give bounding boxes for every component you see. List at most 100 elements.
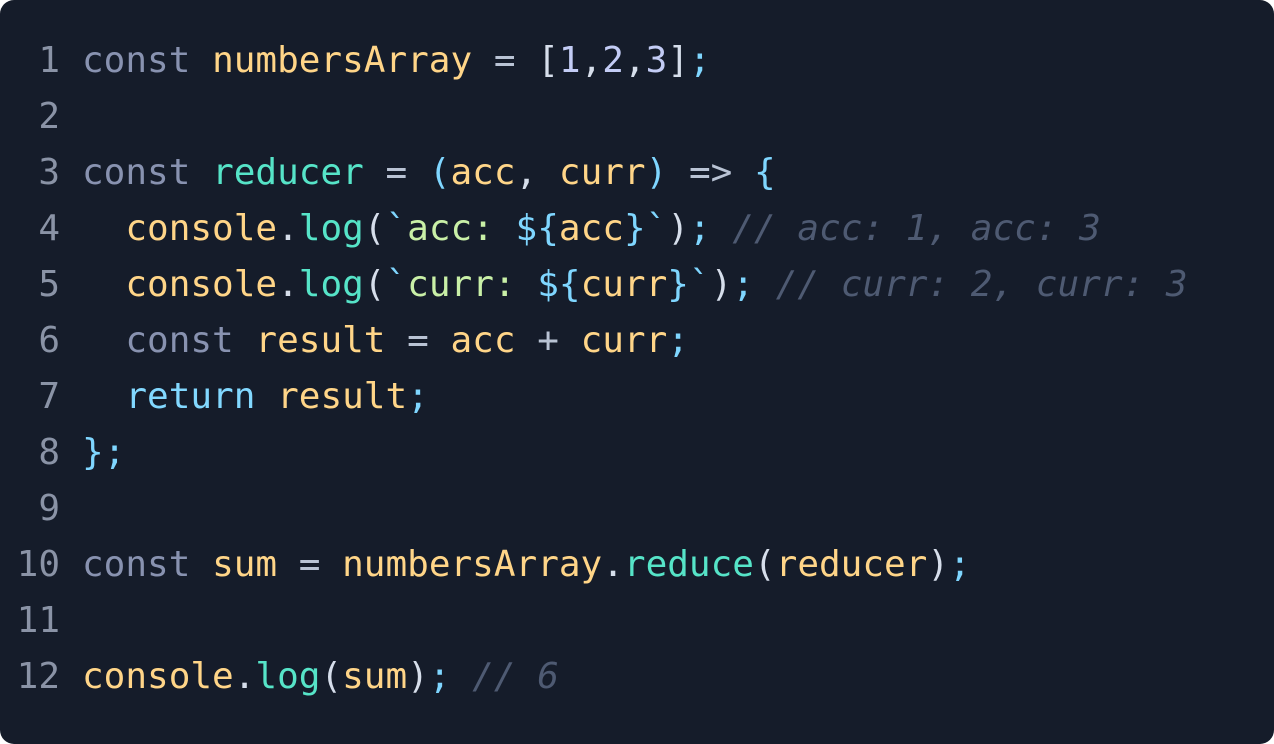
line-number: 6 <box>38 320 60 361</box>
code-token-punc <box>82 320 125 361</box>
code-content[interactable] <box>82 89 1274 145</box>
code-token-comment: // curr: 2, curr: 3 <box>775 264 1188 305</box>
code-line[interactable]: 8}; <box>0 425 1274 481</box>
code-token-semi: ; <box>667 320 689 361</box>
code-line[interactable]: 1 const numbersArray = [1,2,3]; <box>0 33 1274 89</box>
code-token-op: = <box>363 152 429 193</box>
code-token-var: sum <box>342 656 408 697</box>
code-token-semi: ; <box>689 208 711 249</box>
code-token-tpl: ` <box>385 208 408 249</box>
code-line[interactable]: 7 return result; <box>0 369 1274 425</box>
code-token-tpl: ` <box>688 264 711 305</box>
code-token-punc: . <box>602 544 624 585</box>
code-content[interactable]: const numbersArray = [1,2,3]; <box>82 33 1274 89</box>
code-token-semi: ; <box>949 544 971 585</box>
code-content[interactable] <box>82 593 1274 649</box>
code-token-comment: // 6 <box>472 656 559 697</box>
code-token-punc: , <box>515 152 559 193</box>
code-content[interactable]: console.log(sum); // 6 <box>82 649 1274 705</box>
code-token-var: curr <box>580 320 668 361</box>
code-token-punc <box>255 376 277 417</box>
code-token-punc: ( <box>753 544 776 585</box>
code-line[interactable]: 10 const sum = numbersArray.reduce(reduce… <box>0 537 1274 593</box>
code-token-semi: ; <box>407 376 429 417</box>
code-token-tpl: } <box>623 208 646 249</box>
line-number: 1 <box>38 40 60 81</box>
code-token-punc: ) <box>927 544 950 585</box>
code-token-fn: reduce <box>623 544 754 585</box>
code-token-punc: ( <box>363 208 386 249</box>
code-token-punc <box>234 320 256 361</box>
code-token-fn: log <box>255 656 321 697</box>
code-token-var: result <box>255 320 386 361</box>
line-number: 10 <box>16 544 60 585</box>
code-token-tpl: ` <box>645 208 668 249</box>
code-line[interactable]: 4 console.log(`acc: ${acc}`); // acc: 1,… <box>0 201 1274 257</box>
code-content[interactable]: return result; <box>82 369 1274 425</box>
code-line[interactable]: 5 console.log(`curr: ${curr}`); // curr:… <box>0 257 1274 313</box>
code-token-tpl: ` <box>385 264 408 305</box>
code-content[interactable]: const sum = numbersArray.reduce(reducer)… <box>82 537 1274 593</box>
code-token-var: acc <box>450 152 516 193</box>
code-token-brace: { <box>753 152 776 193</box>
code-line[interactable]: 2 <box>0 89 1274 145</box>
code-token-var: reducer <box>775 544 928 585</box>
code-content[interactable]: }; <box>82 425 1274 481</box>
code-token-kw2: return <box>125 376 256 417</box>
code-token-punc: ) <box>667 208 689 249</box>
code-token-fn: log <box>298 264 364 305</box>
code-line[interactable]: 3 const reducer = (acc, curr) => { <box>0 145 1274 201</box>
code-token-num: 3 <box>645 40 668 81</box>
code-token-punc <box>82 376 125 417</box>
line-number: 5 <box>38 264 60 305</box>
code-token-tpl: ${ <box>537 264 581 305</box>
code-token-brace: ) <box>645 152 668 193</box>
code-token-punc: . <box>233 656 256 697</box>
code-token-tpl: ${ <box>515 208 559 249</box>
code-token-var: result <box>277 376 408 417</box>
code-token-punc: ) <box>710 264 733 305</box>
code-token-punc <box>190 40 212 81</box>
code-token-kw: const <box>82 544 191 585</box>
code-token-fn: reducer <box>212 152 364 193</box>
line-number: 11 <box>16 600 60 641</box>
code-token-punc: . <box>277 208 299 249</box>
code-token-kw: const <box>125 320 234 361</box>
code-token-op: = <box>472 40 538 81</box>
code-token-punc: , <box>580 40 603 81</box>
code-line[interactable]: 6 const result = acc + curr; <box>0 313 1274 369</box>
code-token-punc: . <box>277 264 299 305</box>
code-token-punc <box>754 264 776 305</box>
code-token-op: = <box>277 544 343 585</box>
code-content[interactable] <box>82 481 1274 537</box>
code-token-punc: ) <box>407 656 429 697</box>
code-token-punc <box>82 208 125 249</box>
code-token-op: + <box>515 320 581 361</box>
code-token-punc: [ <box>537 40 559 81</box>
code-token-var: sum <box>212 544 278 585</box>
line-number: 9 <box>38 488 60 529</box>
code-token-str: acc: <box>407 208 516 249</box>
code-content[interactable]: console.log(`curr: ${curr}`); // curr: 2… <box>82 257 1274 313</box>
code-line[interactable]: 12 console.log(sum); // 6 <box>0 649 1274 705</box>
code-editor[interactable]: 1 const numbersArray = [1,2,3]; 2 3 const re… <box>0 0 1274 744</box>
code-token-var: console <box>125 208 278 249</box>
code-token-comment: // acc: 1, acc: 3 <box>732 208 1101 249</box>
code-line[interactable]: 9 <box>0 481 1274 537</box>
code-token-var: acc <box>450 320 516 361</box>
code-token-var: acc <box>558 208 624 249</box>
code-token-var: console <box>125 264 278 305</box>
code-line[interactable]: 11 <box>0 593 1274 649</box>
code-token-brace: } <box>82 432 104 473</box>
code-token-kw: const <box>82 152 191 193</box>
code-token-op: = <box>385 320 451 361</box>
line-number: 4 <box>38 208 60 249</box>
code-token-var: numbersArray <box>342 544 603 585</box>
code-content[interactable]: console.log(`acc: ${acc}`); // acc: 1, a… <box>82 201 1274 257</box>
code-token-num: 2 <box>602 40 624 81</box>
code-content[interactable]: const result = acc + curr; <box>82 313 1274 369</box>
code-token-var: console <box>82 656 234 697</box>
code-token-punc: ( <box>363 264 386 305</box>
line-number: 2 <box>38 96 60 137</box>
code-content[interactable]: const reducer = (acc, curr) => { <box>82 145 1274 201</box>
